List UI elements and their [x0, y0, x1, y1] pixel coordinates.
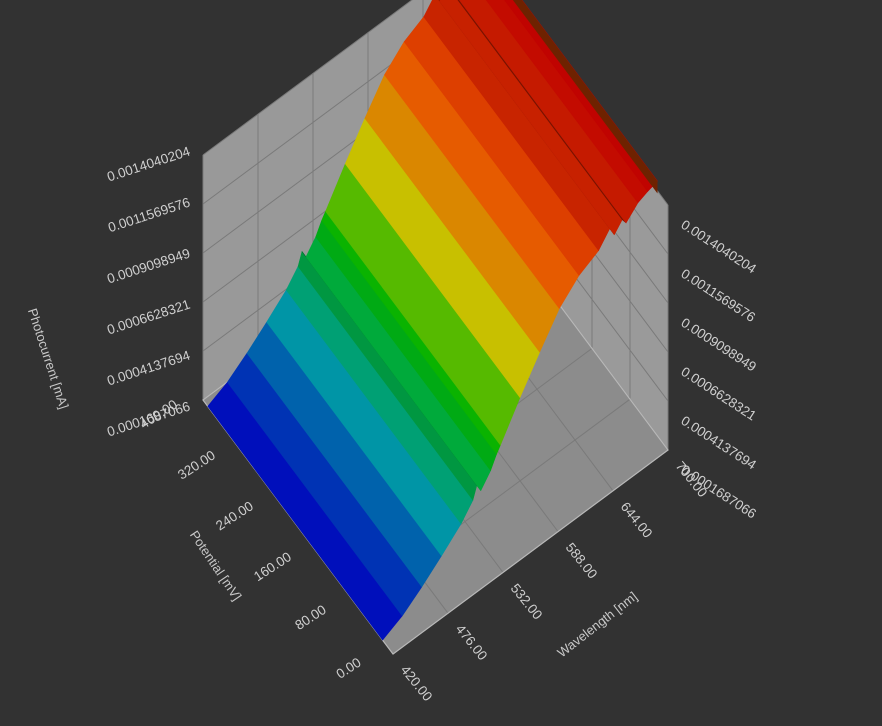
surface-chart[interactable]: 0.00 80.00 160.00 240.00 320.00 400.00 420.00 4…	[0, 0, 882, 726]
photocurrent-tick-label-left: 0.0006628321	[105, 297, 192, 338]
photocurrent-axis-title: Photocurrent [mA]	[25, 306, 72, 410]
potential-tick-label: 80.00	[292, 602, 329, 633]
wavelength-tick-label: 420.00	[398, 662, 436, 704]
chart-canvas[interactable]: 0.0080.00160.00240.00320.00400.00420.004…	[0, 0, 882, 726]
potential-tick-label: 320.00	[175, 447, 218, 482]
potential-tick-label: 240.00	[213, 498, 256, 533]
photocurrent-tick-label-left: 0.0001687066	[105, 399, 192, 440]
photocurrent-tick-label-left: 0.0014040204	[105, 143, 192, 184]
potential-tick-label: 0.00	[333, 655, 363, 682]
wavelength-tick-label: 532.00	[508, 581, 546, 623]
photocurrent-tick-label-right: 0.0011569576	[678, 266, 758, 325]
potential-tick-label: 160.00	[251, 549, 294, 584]
photocurrent-tick-label-left: 0.0011569576	[106, 195, 192, 236]
wavelength-tick-label: 644.00	[618, 499, 656, 541]
wavelength-tick-label: 476.00	[453, 622, 491, 664]
photocurrent-tick-label-right: 0.0001687066	[678, 462, 759, 522]
photocurrent-tick-label-left: 0.0004137694	[105, 347, 192, 388]
potential-axis-title: Potential [mV]	[187, 528, 245, 603]
wavelength-axis-title: Wavelength [nm]	[554, 589, 640, 661]
wavelength-tick-label: 588.00	[563, 540, 601, 582]
photocurrent-tick-label-left: 0.0009098949	[105, 246, 192, 287]
